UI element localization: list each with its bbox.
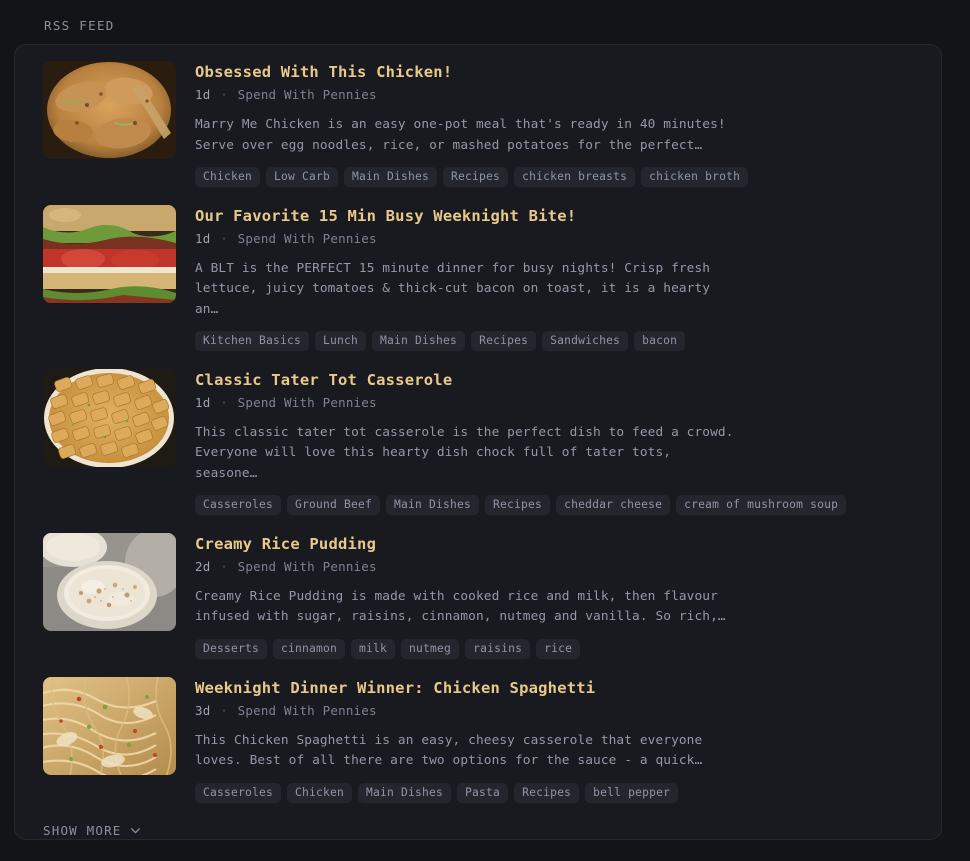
meta-separator: · xyxy=(220,703,228,719)
feed-entry[interactable]: Weeknight Dinner Winner: Chicken Spaghet… xyxy=(15,676,941,803)
entry-thumbnail-wrap xyxy=(43,368,176,515)
entry-tag[interactable]: Recipes xyxy=(443,166,509,187)
entry-tag[interactable]: rice xyxy=(536,638,581,659)
entry-meta: 3d · Spend With Pennies xyxy=(195,703,913,718)
entry-age: 2d xyxy=(195,559,211,575)
entry-tag-row: Casseroles Chicken Main Dishes Pasta Recipes… xyxy=(195,782,913,803)
entry-body: Classic Tater Tot Casserole 1d · Spend W… xyxy=(195,369,913,515)
entry-tag[interactable]: Main Dishes xyxy=(386,494,480,515)
entry-tag-row: Kitchen Basics Lunch Main Dishes Recipes San… xyxy=(195,330,913,351)
entry-title[interactable]: Our Favorite 15 Min Busy Weeknight Bite! xyxy=(195,207,913,226)
blt-sandwich-photo[interactable] xyxy=(43,204,176,303)
entry-tag[interactable]: Recipes xyxy=(471,330,537,351)
entry-tag[interactable]: cheddar cheese xyxy=(556,494,671,515)
entry-age: 1d xyxy=(195,395,211,411)
entry-title[interactable]: Weeknight Dinner Winner: Chicken Spaghet… xyxy=(195,679,913,698)
entry-thumbnail-wrap xyxy=(43,676,176,803)
entry-source: Spend With Pennies xyxy=(237,87,377,103)
chevron-down-icon xyxy=(129,824,142,837)
entry-tag[interactable]: Kitchen Basics xyxy=(195,330,310,351)
entry-title[interactable]: Obsessed With This Chicken! xyxy=(195,63,913,82)
entry-body: Our Favorite 15 Min Busy Weeknight Bite!… xyxy=(195,205,913,351)
entry-tag[interactable]: Main Dishes xyxy=(372,330,466,351)
section-header: RSS FEED xyxy=(44,18,115,33)
entry-tag[interactable]: Main Dishes xyxy=(344,166,438,187)
entry-tag[interactable]: chicken broth xyxy=(641,166,749,187)
entry-tag[interactable]: Lunch xyxy=(315,330,367,351)
entry-tag[interactable]: Low Carb xyxy=(266,166,339,187)
entry-meta: 1d · Spend With Pennies xyxy=(195,395,913,410)
rss-feed-page: RSS FEED Obsessed With This Chicken! 1d … xyxy=(0,0,970,861)
entry-tag[interactable]: Recipes xyxy=(485,494,551,515)
entry-tag[interactable]: Casseroles xyxy=(195,494,282,515)
entry-tag[interactable]: chicken breasts xyxy=(514,166,636,187)
entry-age: 3d xyxy=(195,703,211,719)
entry-description: This Chicken Spaghetti is an easy, chees… xyxy=(195,733,703,769)
entry-description: Creamy Rice Pudding is made with cooked … xyxy=(195,589,726,625)
entry-age: 1d xyxy=(195,231,211,247)
entry-thumbnail-wrap xyxy=(43,61,176,187)
entry-tag-row: Casseroles Ground Beef Main Dishes Recipes c… xyxy=(195,494,913,515)
entry-tag[interactable]: bell pepper xyxy=(585,782,679,803)
feed-entry[interactable]: Classic Tater Tot Casserole 1d · Spend W… xyxy=(15,368,941,515)
entry-source: Spend With Pennies xyxy=(237,703,377,719)
chicken-spaghetti-photo[interactable] xyxy=(43,676,176,775)
entry-tag[interactable]: Desserts xyxy=(195,638,268,659)
entry-description: A BLT is the PERFECT 15 minute dinner fo… xyxy=(195,261,711,317)
feed-entry[interactable]: Our Favorite 15 Min Busy Weeknight Bite!… xyxy=(15,204,941,351)
entry-tag[interactable]: Ground Beef xyxy=(287,494,381,515)
rice-pudding-bowl-photo[interactable] xyxy=(43,532,176,631)
entry-body: Creamy Rice Pudding 2d · Spend With Penn… xyxy=(195,533,913,659)
entry-tag[interactable]: Recipes xyxy=(514,782,580,803)
entry-tag[interactable]: cinnamon xyxy=(273,638,346,659)
meta-separator: · xyxy=(220,231,228,247)
entry-source: Spend With Pennies xyxy=(237,559,377,575)
entry-tag[interactable]: Sandwiches xyxy=(542,330,629,351)
entry-body: Obsessed With This Chicken! 1d · Spend W… xyxy=(195,61,913,187)
meta-separator: · xyxy=(220,87,228,103)
entry-title[interactable]: Classic Tater Tot Casserole xyxy=(195,371,913,390)
entry-tag[interactable]: cream of mushroom soup xyxy=(676,494,847,515)
entry-tag[interactable]: Main Dishes xyxy=(358,782,452,803)
feed-entry[interactable]: Obsessed With This Chicken! 1d · Spend W… xyxy=(15,61,941,187)
tater-tot-casserole-photo[interactable] xyxy=(43,368,176,467)
entry-source: Spend With Pennies xyxy=(237,231,377,247)
meta-separator: · xyxy=(220,559,228,575)
show-more-button[interactable]: SHOW MORE xyxy=(43,823,142,838)
entry-source: Spend With Pennies xyxy=(237,395,377,411)
entry-thumbnail-wrap xyxy=(43,532,176,659)
entry-title[interactable]: Creamy Rice Pudding xyxy=(195,535,913,554)
entry-tag[interactable]: Chicken xyxy=(287,782,353,803)
rss-feed-card: Obsessed With This Chicken! 1d · Spend W… xyxy=(14,44,942,840)
entry-meta: 1d · Spend With Pennies xyxy=(195,87,913,102)
entry-meta: 1d · Spend With Pennies xyxy=(195,231,913,246)
meta-separator: · xyxy=(220,395,228,411)
entry-thumbnail-wrap xyxy=(43,204,176,351)
entry-tag[interactable]: milk xyxy=(351,638,396,659)
creamy-chicken-skillet-photo[interactable] xyxy=(43,61,176,159)
entry-tag[interactable]: Casseroles xyxy=(195,782,282,803)
entry-tag-row: Desserts cinnamon milk nutmeg raisins rice xyxy=(195,638,913,659)
entry-tag[interactable]: nutmeg xyxy=(401,638,460,659)
entry-age: 1d xyxy=(195,87,211,103)
entry-tag[interactable]: Chicken xyxy=(195,166,261,187)
entry-body: Weeknight Dinner Winner: Chicken Spaghet… xyxy=(195,677,913,803)
entry-tag[interactable]: raisins xyxy=(465,638,531,659)
entry-meta: 2d · Spend With Pennies xyxy=(195,559,913,574)
card-footer: SHOW MORE xyxy=(15,821,941,838)
entry-description: Marry Me Chicken is an easy one-pot meal… xyxy=(195,117,726,153)
rss-feed-list: Obsessed With This Chicken! 1d · Spend W… xyxy=(15,45,941,803)
feed-entry[interactable]: Creamy Rice Pudding 2d · Spend With Penn… xyxy=(15,532,941,659)
show-more-label: SHOW MORE xyxy=(43,822,122,838)
entry-description: This classic tater tot casserole is the … xyxy=(195,425,734,481)
entry-tag-row: Chicken Low Carb Main Dishes Recipes chicken… xyxy=(195,166,913,187)
entry-tag[interactable]: bacon xyxy=(634,330,686,351)
entry-tag[interactable]: Pasta xyxy=(457,782,509,803)
